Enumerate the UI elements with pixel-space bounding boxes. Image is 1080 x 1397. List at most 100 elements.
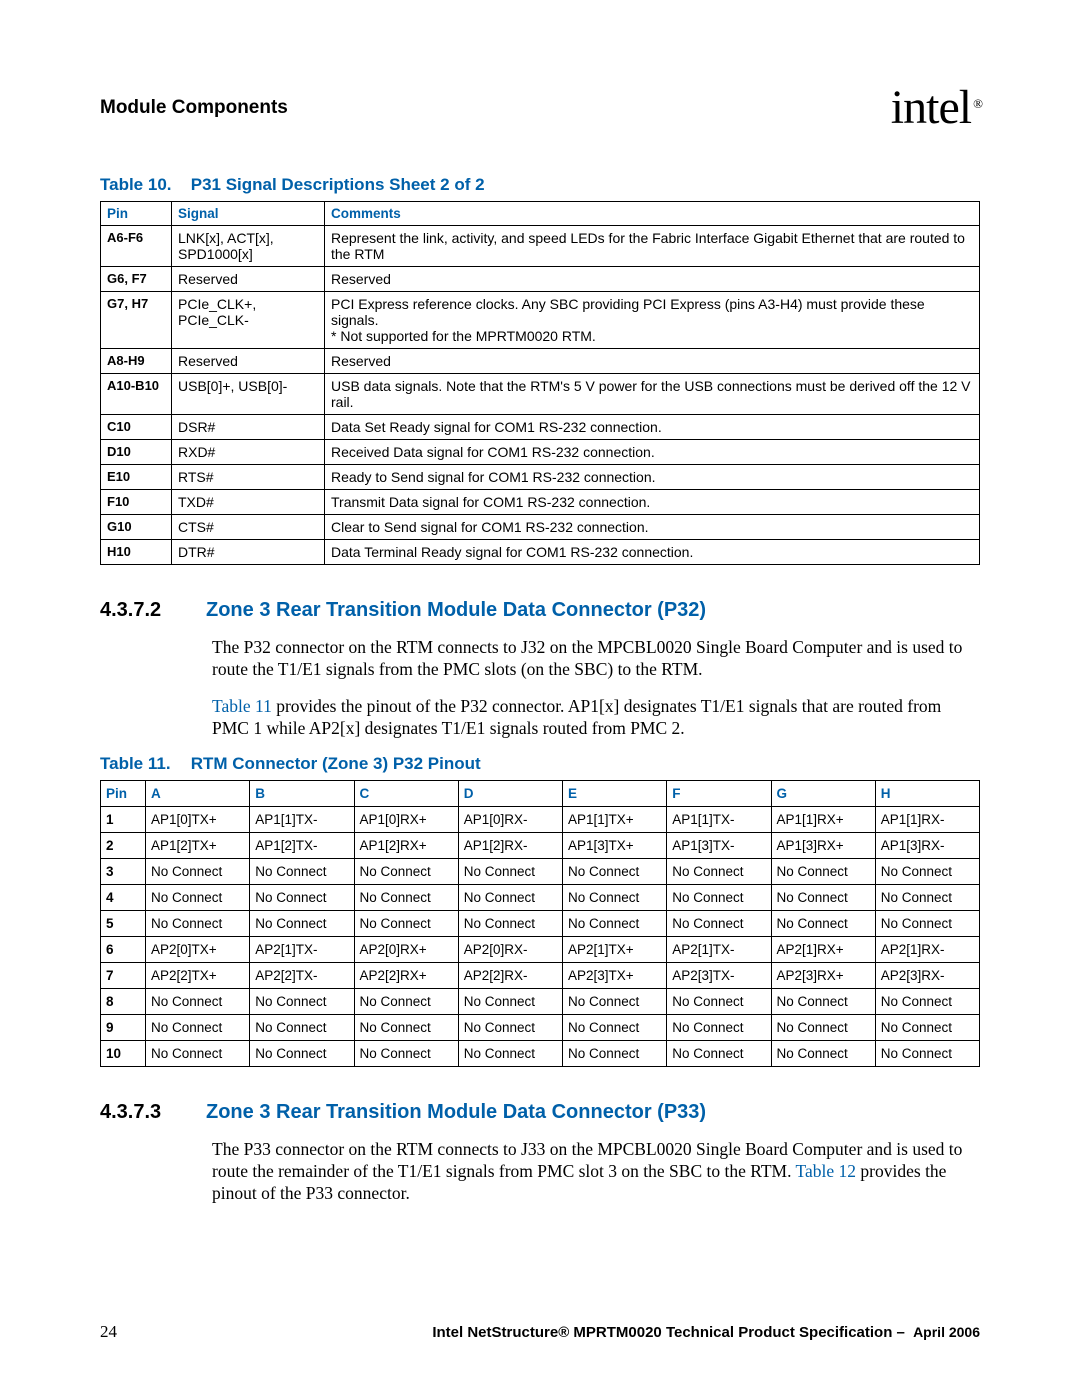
cell-value: AP1[3]RX- [875,832,979,858]
table-row: 8No ConnectNo ConnectNo ConnectNo Connec… [101,988,980,1014]
cell-pin: A10-B10 [101,374,172,415]
table-row: G7, H7PCIe_CLK+, PCIe_CLK-PCI Express re… [101,292,980,349]
cell-signal: LNK[x], ACT[x], SPD1000[x] [172,226,325,267]
cell-value: AP1[1]RX+ [771,806,875,832]
table-row: G10CTS#Clear to Send signal for COM1 RS-… [101,515,980,540]
th-comments: Comments [325,202,980,226]
cell-value: AP2[3]TX+ [563,962,667,988]
cell-pin: 1 [101,806,146,832]
cell-value: No Connect [250,910,354,936]
cell-value: No Connect [563,858,667,884]
cell-value: No Connect [146,858,250,884]
table-row: 1AP1[0]TX+AP1[1]TX-AP1[0]RX+AP1[0]RX-AP1… [101,806,980,832]
cell-value: AP1[0]RX- [458,806,562,832]
th-d: D [458,780,562,806]
heading-number: 4.3.7.2 [100,599,206,622]
table-row: A10-B10USB[0]+, USB[0]-USB data signals.… [101,374,980,415]
th-a: A [146,780,250,806]
cell-value: No Connect [250,884,354,910]
page-footer: 24 Intel NetStructure® MPRTM0020 Technic… [100,1322,980,1342]
cell-value: AP1[3]TX+ [563,832,667,858]
cell-value: AP1[0]RX+ [354,806,458,832]
table-11-link[interactable]: Table 11 [212,696,272,716]
cell-value: No Connect [875,1014,979,1040]
cell-value: AP2[1]TX+ [563,936,667,962]
cell-value: AP2[2]TX- [250,962,354,988]
cell-pin: 3 [101,858,146,884]
cell-comments: Data Set Ready signal for COM1 RS-232 co… [325,415,980,440]
table-row: 7AP2[2]TX+AP2[2]TX-AP2[2]RX+AP2[2]RX-AP2… [101,962,980,988]
cell-value: AP2[0]RX+ [354,936,458,962]
heading-text: Zone 3 Rear Transition Module Data Conne… [206,599,706,621]
cell-comments: Represent the link, activity, and speed … [325,226,980,267]
section-title: Module Components [100,97,288,119]
cell-value: No Connect [354,1014,458,1040]
table-10-title: P31 Signal Descriptions Sheet 2 of 2 [191,175,485,194]
cell-value: No Connect [250,1040,354,1066]
cell-value: AP2[2]TX+ [146,962,250,988]
th-g: G [771,780,875,806]
table-12-link[interactable]: Table 12 [796,1161,857,1181]
cell-value: AP2[2]RX- [458,962,562,988]
cell-value: No Connect [667,1014,771,1040]
cell-signal: CTS# [172,515,325,540]
cell-value: AP1[2]TX+ [146,832,250,858]
table-row: 10No ConnectNo ConnectNo ConnectNo Conne… [101,1040,980,1066]
cell-comments: Received Data signal for COM1 RS-232 con… [325,440,980,465]
cell-comments: Reserved [325,267,980,292]
th-e: E [563,780,667,806]
cell-value: AP2[3]RX- [875,962,979,988]
table-row: 4No ConnectNo ConnectNo ConnectNo Connec… [101,884,980,910]
cell-pin: 9 [101,1014,146,1040]
cell-value: No Connect [875,910,979,936]
cell-value: AP2[0]RX- [458,936,562,962]
cell-value: AP2[0]TX+ [146,936,250,962]
cell-value: No Connect [250,988,354,1014]
table-row: E10RTS#Ready to Send signal for COM1 RS-… [101,465,980,490]
cell-value: No Connect [771,1014,875,1040]
cell-signal: Reserved [172,267,325,292]
cell-value: AP1[3]TX- [667,832,771,858]
table-11-title: RTM Connector (Zone 3) P32 Pinout [191,754,481,773]
table-row: F10TXD#Transmit Data signal for COM1 RS-… [101,490,980,515]
page-number: 24 [100,1322,117,1342]
table-row: H10DTR#Data Terminal Ready signal for CO… [101,540,980,565]
cell-signal: RTS# [172,465,325,490]
cell-pin: C10 [101,415,172,440]
cell-value: No Connect [146,1040,250,1066]
cell-pin: 8 [101,988,146,1014]
cell-value: No Connect [563,1040,667,1066]
cell-value: AP2[1]TX- [250,936,354,962]
cell-value: AP2[1]RX+ [771,936,875,962]
table-10-label: Table 10. [100,175,186,195]
cell-value: No Connect [458,858,562,884]
th-b: B [250,780,354,806]
page-header: Module Components intel® [100,80,980,135]
cell-pin: 7 [101,962,146,988]
cell-pin: G6, F7 [101,267,172,292]
p32-paragraph-1: The P32 connector on the RTM connects to… [212,636,980,681]
cell-pin: F10 [101,490,172,515]
cell-comments: PCI Express reference clocks. Any SBC pr… [325,292,980,349]
cell-value: AP2[2]RX+ [354,962,458,988]
cell-comments: USB data signals. Note that the RTM's 5 … [325,374,980,415]
cell-value: No Connect [563,988,667,1014]
cell-value: No Connect [354,988,458,1014]
cell-value: No Connect [146,988,250,1014]
cell-value: No Connect [771,910,875,936]
cell-comments: Reserved [325,349,980,374]
cell-pin: G10 [101,515,172,540]
cell-value: No Connect [458,884,562,910]
cell-value: No Connect [458,910,562,936]
cell-value: No Connect [771,858,875,884]
cell-value: No Connect [771,884,875,910]
cell-value: No Connect [563,884,667,910]
cell-signal: DSR# [172,415,325,440]
cell-pin: 5 [101,910,146,936]
cell-value: AP1[0]TX+ [146,806,250,832]
cell-value: No Connect [875,1040,979,1066]
cell-pin: 10 [101,1040,146,1066]
table-row: A6-F6LNK[x], ACT[x], SPD1000[x]Represent… [101,226,980,267]
cell-pin: A6-F6 [101,226,172,267]
cell-value: AP2[3]RX+ [771,962,875,988]
